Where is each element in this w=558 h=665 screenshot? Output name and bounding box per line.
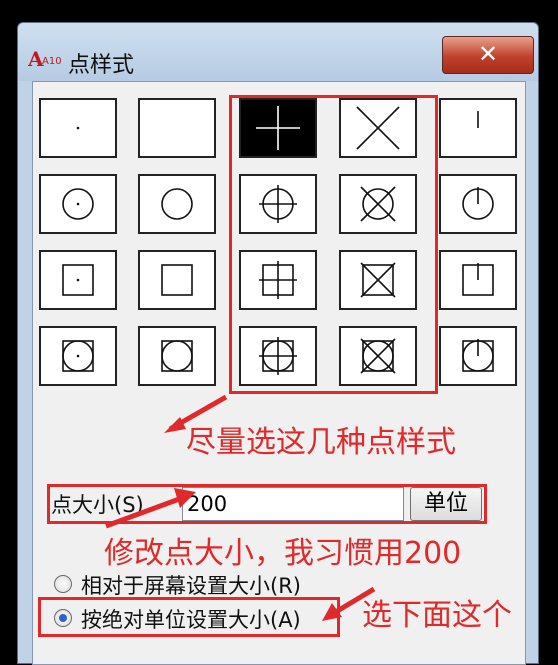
radio-absolute-units-label[interactable]: 按绝对单位设置大小(A)	[81, 604, 301, 634]
radio-relative-screen-label[interactable]: 相对于屏幕设置大小(R)	[81, 570, 301, 600]
point-style-circle[interactable]	[138, 174, 216, 234]
point-style-square-tick[interactable]	[439, 250, 517, 310]
point-style-dot[interactable]	[39, 98, 117, 158]
dialog-title: 点样式	[68, 53, 135, 78]
radio-relative-screen[interactable]	[54, 575, 72, 593]
circle-tick-icon	[462, 187, 494, 220]
point-size-input[interactable]: 200	[182, 487, 404, 521]
square-tick-icon	[462, 263, 494, 296]
square-circle-icon	[161, 340, 193, 372]
point-style-square-circle-dot[interactable]	[39, 326, 117, 386]
point-style-square-dot[interactable]	[39, 250, 117, 310]
unit-button[interactable]: 单位	[410, 487, 482, 521]
point-style-square-circle[interactable]	[138, 326, 216, 386]
point-style-square-circle-tick[interactable]	[439, 326, 517, 386]
circle-dot-icon	[62, 188, 94, 220]
square-icon	[161, 264, 193, 296]
tick-icon	[477, 111, 479, 128]
title-bar[interactable]: A A10 点样式 ✕	[18, 23, 538, 81]
point-style-blank[interactable]	[138, 98, 216, 158]
point-style-tick[interactable]	[439, 98, 517, 158]
point-style-square[interactable]	[138, 250, 216, 310]
radio-absolute-units[interactable]	[54, 609, 72, 627]
size-arrow-icon	[105, 488, 196, 529]
dot-icon	[76, 126, 80, 130]
autocad-icon: A A10	[28, 47, 62, 69]
close-button[interactable]: ✕	[442, 36, 534, 74]
autocad-icon-version: A10	[42, 56, 62, 67]
point-style-circle-tick[interactable]	[439, 174, 517, 234]
square-circle-tick-icon	[462, 339, 494, 372]
styles-highlight-box	[229, 95, 438, 394]
radio-annotation: 选下面这个	[362, 598, 512, 633]
size-annotation: 修改点大小，我习惯用200	[104, 536, 462, 571]
square-circle-dot-icon	[62, 340, 94, 372]
blank-icon	[140, 100, 214, 156]
square-dot-icon	[62, 264, 94, 296]
styles-annotation: 尽量选这几种点样式	[186, 425, 456, 460]
point-style-circle-dot[interactable]	[39, 174, 117, 234]
circle-icon	[161, 188, 193, 220]
